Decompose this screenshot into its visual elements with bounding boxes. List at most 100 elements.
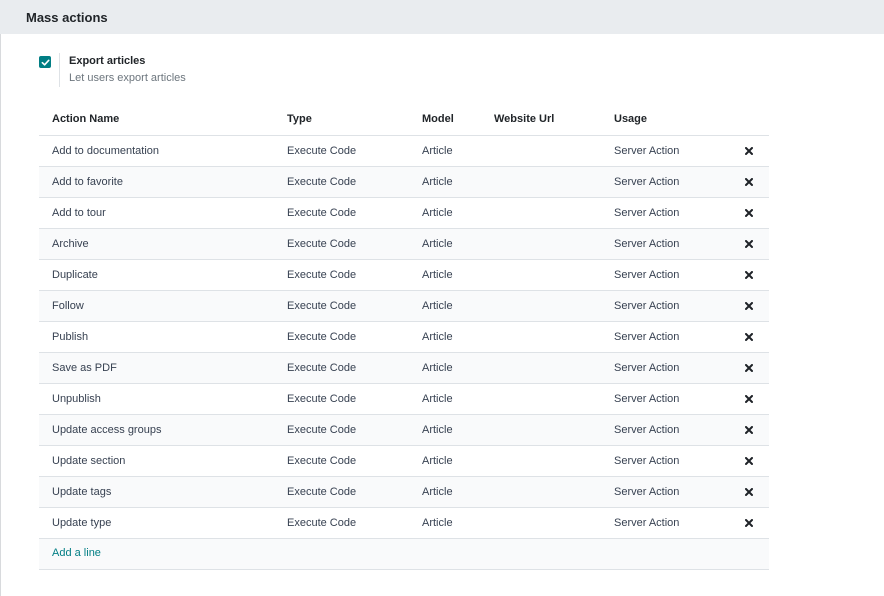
table-row[interactable]: Update type Execute Code Article Server Act… bbox=[39, 508, 769, 539]
setting-description: Let users export articles bbox=[69, 72, 186, 84]
cell-model: Article bbox=[422, 145, 453, 157]
close-icon bbox=[745, 240, 753, 248]
delete-row-button[interactable] bbox=[742, 454, 756, 468]
delete-row-button[interactable] bbox=[742, 144, 756, 158]
delete-row-button[interactable] bbox=[742, 361, 756, 375]
cell-action-name: Save as PDF bbox=[52, 362, 117, 374]
cell-model: Article bbox=[422, 176, 453, 188]
cell-action-name: Archive bbox=[52, 238, 89, 250]
cell-model: Article bbox=[422, 486, 453, 498]
delete-row-button[interactable] bbox=[742, 392, 756, 406]
export-articles-checkbox[interactable] bbox=[39, 56, 51, 68]
table-row[interactable]: Add to documentation Execute Code Article S… bbox=[39, 136, 769, 167]
cell-model: Article bbox=[422, 207, 453, 219]
column-header-model[interactable]: Model bbox=[422, 113, 454, 125]
cell-model: Article bbox=[422, 424, 453, 436]
cell-type: Execute Code bbox=[287, 145, 357, 157]
cell-action-name: Update type bbox=[52, 517, 112, 529]
delete-row-button[interactable] bbox=[742, 423, 756, 437]
delete-row-button[interactable] bbox=[742, 206, 756, 220]
section-header: Mass actions bbox=[0, 0, 884, 34]
delete-row-button[interactable] bbox=[742, 237, 756, 251]
column-header-type[interactable]: Type bbox=[287, 113, 312, 125]
cell-action-name: Update section bbox=[52, 455, 126, 467]
column-header-usage[interactable]: Usage bbox=[614, 113, 647, 125]
cell-usage: Server Action bbox=[614, 455, 680, 467]
cell-type: Execute Code bbox=[287, 176, 357, 188]
cell-action-name: Duplicate bbox=[52, 269, 98, 281]
cell-action-name: Add to favorite bbox=[52, 176, 123, 188]
cell-usage: Server Action bbox=[614, 238, 680, 250]
cell-type: Execute Code bbox=[287, 238, 357, 250]
cell-type: Execute Code bbox=[287, 362, 357, 374]
table-row[interactable]: Follow Execute Code Article Server Action bbox=[39, 291, 769, 322]
cell-usage: Server Action bbox=[614, 486, 680, 498]
add-line-link[interactable]: Add a line bbox=[52, 547, 101, 559]
table-row[interactable]: Unpublish Execute Code Article Server Actio… bbox=[39, 384, 769, 415]
page-left-border bbox=[0, 0, 1, 596]
delete-row-button[interactable] bbox=[742, 516, 756, 530]
delete-row-button[interactable] bbox=[742, 268, 756, 282]
add-line-row: Add a line bbox=[39, 539, 769, 570]
table-row[interactable]: Duplicate Execute Code Article Server Actio… bbox=[39, 260, 769, 291]
close-icon bbox=[745, 209, 753, 217]
cell-usage: Server Action bbox=[614, 145, 680, 157]
setting-text: Export articles Let users export article… bbox=[69, 54, 186, 86]
cell-usage: Server Action bbox=[614, 269, 680, 281]
close-icon bbox=[745, 364, 753, 372]
cell-usage: Server Action bbox=[614, 176, 680, 188]
cell-usage: Server Action bbox=[614, 393, 680, 405]
cell-model: Article bbox=[422, 269, 453, 281]
column-header-website-url[interactable]: Website Url bbox=[494, 113, 554, 125]
close-icon bbox=[745, 519, 753, 527]
cell-usage: Server Action bbox=[614, 207, 680, 219]
table-row[interactable]: Add to favorite Execute Code Article Server… bbox=[39, 167, 769, 198]
table-row[interactable]: Publish Execute Code Article Server Action bbox=[39, 322, 769, 353]
table-row[interactable]: Add to tour Execute Code Article Server Act… bbox=[39, 198, 769, 229]
cell-type: Execute Code bbox=[287, 331, 357, 343]
cell-model: Article bbox=[422, 393, 453, 405]
cell-type: Execute Code bbox=[287, 207, 357, 219]
cell-usage: Server Action bbox=[614, 424, 680, 436]
close-icon bbox=[745, 426, 753, 434]
cell-action-name: Follow bbox=[52, 300, 84, 312]
close-icon bbox=[745, 302, 753, 310]
cell-usage: Server Action bbox=[614, 300, 680, 312]
cell-type: Execute Code bbox=[287, 517, 357, 529]
cell-model: Article bbox=[422, 238, 453, 250]
delete-row-button[interactable] bbox=[742, 299, 756, 313]
cell-type: Execute Code bbox=[287, 424, 357, 436]
delete-row-button[interactable] bbox=[742, 485, 756, 499]
cell-usage: Server Action bbox=[614, 331, 680, 343]
table-body: Add to documentation Execute Code Article S… bbox=[39, 136, 769, 539]
cell-action-name: Publish bbox=[52, 331, 89, 343]
section-title: Mass actions bbox=[26, 9, 108, 25]
cell-type: Execute Code bbox=[287, 486, 357, 498]
cell-type: Execute Code bbox=[287, 269, 357, 281]
setting-title: Export articles bbox=[69, 55, 146, 67]
cell-model: Article bbox=[422, 331, 453, 343]
close-icon bbox=[745, 488, 753, 496]
cell-model: Article bbox=[422, 362, 453, 374]
delete-row-button[interactable] bbox=[742, 175, 756, 189]
table-row[interactable]: Save as PDF Execute Code Article Server Act… bbox=[39, 353, 769, 384]
cell-type: Execute Code bbox=[287, 300, 357, 312]
setting-divider bbox=[59, 53, 60, 87]
table-row[interactable]: Archive Execute Code Article Server Action bbox=[39, 229, 769, 260]
delete-row-button[interactable] bbox=[742, 330, 756, 344]
close-icon bbox=[745, 147, 753, 155]
table-row[interactable]: Update tags Execute Code Article Server Act… bbox=[39, 477, 769, 508]
close-icon bbox=[745, 178, 753, 186]
cell-model: Article bbox=[422, 300, 453, 312]
check-icon bbox=[41, 59, 50, 66]
table-row[interactable]: Update access groups Execute Code Article S… bbox=[39, 415, 769, 446]
cell-action-name: Add to documentation bbox=[52, 145, 160, 157]
mass-actions-table: Action Name Type Model Website Url Usage… bbox=[39, 105, 769, 570]
cell-type: Execute Code bbox=[287, 393, 357, 405]
cell-action-name: Update access groups bbox=[52, 424, 162, 436]
close-icon bbox=[745, 457, 753, 465]
table-row[interactable]: Update section Execute Code Article Server … bbox=[39, 446, 769, 477]
cell-type: Execute Code bbox=[287, 455, 357, 467]
column-header-action-name[interactable]: Action Name bbox=[52, 113, 119, 125]
close-icon bbox=[745, 395, 753, 403]
